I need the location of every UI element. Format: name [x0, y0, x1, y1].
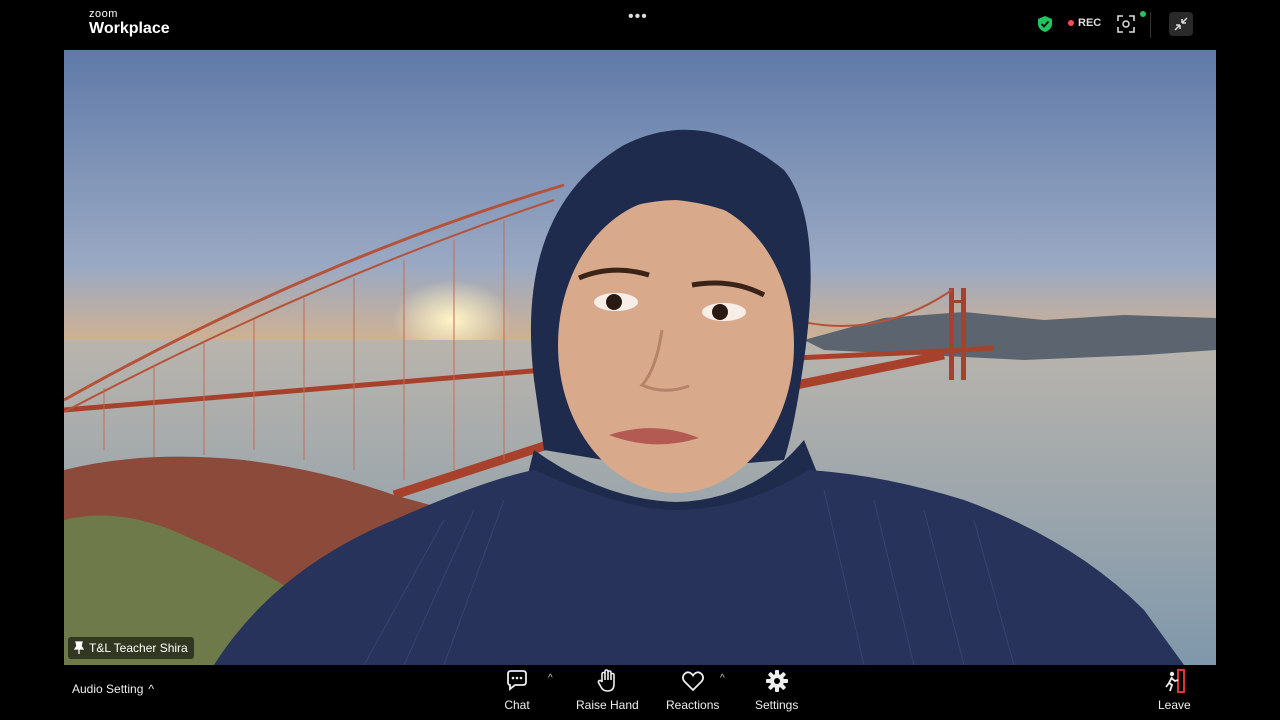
exit-fullscreen-button[interactable] [1169, 12, 1193, 36]
rec-dot-icon [1068, 20, 1074, 26]
more-options-button[interactable]: ••• [628, 8, 648, 26]
logo-big-text: Workplace [89, 20, 170, 37]
exit-fullscreen-icon [1174, 17, 1188, 31]
notification-dot [1140, 11, 1146, 17]
raise-hand-button[interactable]: Raise Hand [576, 668, 639, 712]
reactions-button[interactable]: Reactions [666, 668, 719, 712]
video-frame [64, 50, 1216, 665]
participant-name: T&L Teacher Shira [89, 641, 188, 655]
settings-label: Settings [755, 698, 799, 712]
audio-setting-button[interactable]: Audio Setting ^ [72, 682, 154, 696]
chat-label: Chat [504, 698, 530, 712]
chat-icon [507, 670, 527, 691]
focus-frame-icon[interactable] [1117, 15, 1135, 33]
bottom-toolbar [0, 665, 1280, 720]
raise-hand-label: Raise Hand [576, 698, 639, 712]
logo-small-text: zoom [89, 8, 118, 20]
leave-icon [1165, 669, 1186, 693]
leave-button[interactable]: Leave [1158, 668, 1191, 712]
chat-button[interactable]: Chat [504, 668, 530, 712]
heart-icon [681, 671, 704, 692]
chat-options-caret[interactable]: ^ [548, 673, 553, 684]
rec-label: REC [1078, 17, 1102, 29]
top-divider [1150, 12, 1151, 38]
app-logo: zoom Workplace [89, 9, 170, 37]
reactions-label: Reactions [666, 698, 720, 712]
participant-name-tag: T&L Teacher Shira [68, 637, 194, 659]
settings-button[interactable]: Settings [755, 668, 798, 712]
participant-video[interactable] [64, 50, 1216, 665]
shield-check-icon[interactable] [1036, 15, 1054, 33]
audio-setting-label: Audio Setting [72, 682, 144, 696]
recording-indicator[interactable]: REC [1068, 17, 1101, 29]
reactions-options-caret[interactable]: ^ [720, 673, 725, 684]
pin-icon [74, 641, 84, 654]
gear-icon [765, 670, 788, 692]
leave-label: Leave [1158, 698, 1191, 712]
raise-hand-icon [597, 669, 616, 692]
audio-setting-caret[interactable]: ^ [148, 682, 154, 696]
